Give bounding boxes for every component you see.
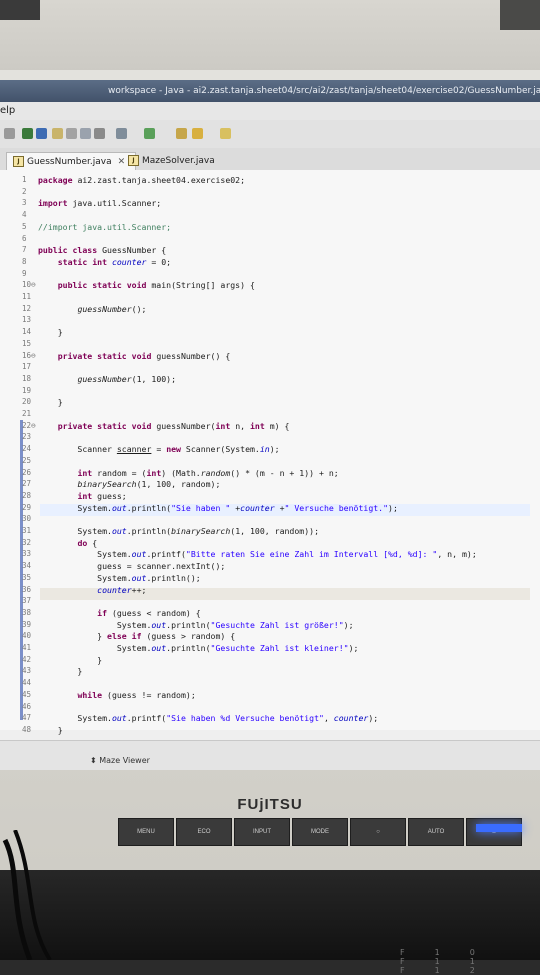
input-button[interactable]: INPUT (234, 818, 290, 846)
tab-mazesolver[interactable]: J MazeSolver.java (122, 152, 224, 170)
wall-shadow-right (500, 0, 540, 30)
maze-viewer-icon: ⬍ (90, 756, 100, 765)
code-text: int random = (int) (Math.random() * (m -… (77, 467, 339, 478)
line-number: 9 (22, 268, 27, 278)
code-text: } (38, 397, 63, 408)
code-text: counter++; (97, 584, 147, 595)
java-file-icon: J (13, 156, 24, 167)
window-titlebar: workspace - Java - ai2.zast.tanja.sheet0… (0, 80, 540, 102)
code-text: Scanner scanner = new Scanner(System.in)… (38, 444, 280, 455)
code-text: } (38, 654, 103, 665)
desk-keyboard-area (0, 870, 540, 960)
java-file-icon: J (128, 155, 139, 166)
code-text: package ai2.zast.tanja.sheet04.exercise0… (38, 175, 246, 185)
code-text: private static void guessNumber() { (57, 350, 231, 361)
monitor-screen: workspace - Java - ai2.zast.tanja.sheet0… (0, 80, 540, 770)
tab-guessnumber[interactable]: J GuessNumber.java ✕ (6, 152, 136, 171)
monitor-controls: MENU ECO INPUT MODE ○ AUTO ⏻ (118, 818, 522, 846)
power-button[interactable]: ⏻ (466, 818, 522, 846)
monitor-brand-logo: FUjITSU (237, 796, 303, 813)
code-text: public static void main(String[] args) { (57, 280, 255, 291)
code-text: public class GuessNumber { (38, 245, 167, 256)
line-number: 13 (22, 315, 32, 325)
code-text: binarySearch(1, 100, random); (77, 479, 221, 490)
editor-tabs: J GuessNumber.java ✕ J MazeSolver.java (0, 148, 540, 171)
toolbar-icon[interactable] (22, 128, 33, 139)
window-title: workspace - Java - ai2.zast.tanja.sheet0… (108, 86, 540, 96)
toolbar-icon[interactable] (94, 128, 105, 139)
line-number: 6 (22, 233, 27, 243)
back-icon[interactable] (192, 128, 203, 139)
menu-help[interactable]: elp (0, 102, 15, 120)
code-text: do { (77, 537, 98, 548)
line-number: 30 (22, 514, 32, 524)
power-led (476, 824, 522, 832)
line-number: 23 (22, 432, 32, 442)
line-number: 44 (22, 678, 32, 688)
auto-button[interactable]: AUTO (408, 818, 464, 846)
cable (2, 830, 52, 960)
function-keys: F10 F11 F12 (400, 948, 505, 975)
code-text: } (38, 724, 63, 735)
code-text: System.out.println("Gesuchte Zahl ist kl… (38, 643, 359, 653)
code-text: } (38, 327, 63, 338)
toolbar-icon[interactable] (52, 128, 63, 139)
maze-viewer-label: Maze Viewer (99, 756, 150, 765)
code-text: guessNumber(); (77, 303, 147, 314)
code-text: System.out.println("Gesuchte Zahl ist gr… (38, 619, 354, 630)
line-number: 11 (22, 292, 32, 301)
code-text: } (38, 666, 83, 677)
toolbar-icon[interactable] (66, 128, 77, 139)
code-text: //import java.util.Scanner; (38, 221, 172, 232)
menu-bar[interactable]: elp (0, 102, 540, 120)
wall-shadow (0, 0, 40, 20)
code-text: System.out.printf("Sie haben %d Versuche… (38, 713, 379, 724)
code-editor[interactable]: 1 package ai2.zast.tanja.sheet04.exercise… (0, 170, 540, 735)
code-text: while (guess != random); (77, 689, 196, 700)
code-text: int guess; (77, 490, 127, 501)
toolbar-icon[interactable] (80, 128, 91, 139)
maze-viewer-tab[interactable]: ⬍ Maze Viewer (90, 756, 150, 765)
mode-button[interactable]: MODE (292, 818, 348, 846)
code-text: private static void guessNumber(int n, i… (57, 420, 290, 431)
menu-button[interactable]: MENU (118, 818, 174, 846)
line-number: 37 (22, 596, 32, 606)
bottom-panel (0, 740, 540, 770)
line-number: 4 (22, 210, 27, 220)
eco-button[interactable]: ECO (176, 818, 232, 846)
line-number: 15 (22, 338, 32, 348)
code-text: guessNumber(1, 100); (77, 373, 177, 384)
line-number: 17 (22, 362, 32, 372)
code-text: import java.util.Scanner; (38, 198, 162, 209)
debug-icon[interactable] (116, 128, 127, 139)
code-text: System.out.println(); (38, 572, 201, 583)
tab-label: MazeSolver.java (142, 156, 215, 166)
toolbar-icon[interactable] (4, 128, 15, 139)
forward-icon[interactable] (220, 128, 231, 139)
run-icon[interactable] (144, 128, 155, 139)
search-icon[interactable] (176, 128, 187, 139)
toolbar (0, 120, 540, 149)
circle-button[interactable]: ○ (350, 818, 406, 846)
code-text: static int counter = 0; (57, 256, 172, 267)
line-number: 19 (22, 385, 32, 395)
line-number: 21 (22, 409, 32, 418)
line-number: 46 (22, 701, 32, 711)
code-text: if (guess < random) { (97, 607, 201, 618)
code-text: System.out.println("Sie haben " +counter… (38, 502, 398, 513)
code-text: System.out.printf("Bitte raten Sie eine … (38, 549, 477, 560)
code-text: } else if (guess > random) { (38, 631, 236, 642)
code-text: System.out.println(binarySearch(1, 100, … (38, 526, 320, 536)
toolbar-icon[interactable] (36, 128, 47, 139)
code-text: guess = scanner.nextInt(); (38, 561, 226, 572)
line-number: 2 (22, 186, 27, 196)
tab-label: GuessNumber.java (27, 157, 112, 167)
line-number: 25 (22, 455, 32, 465)
